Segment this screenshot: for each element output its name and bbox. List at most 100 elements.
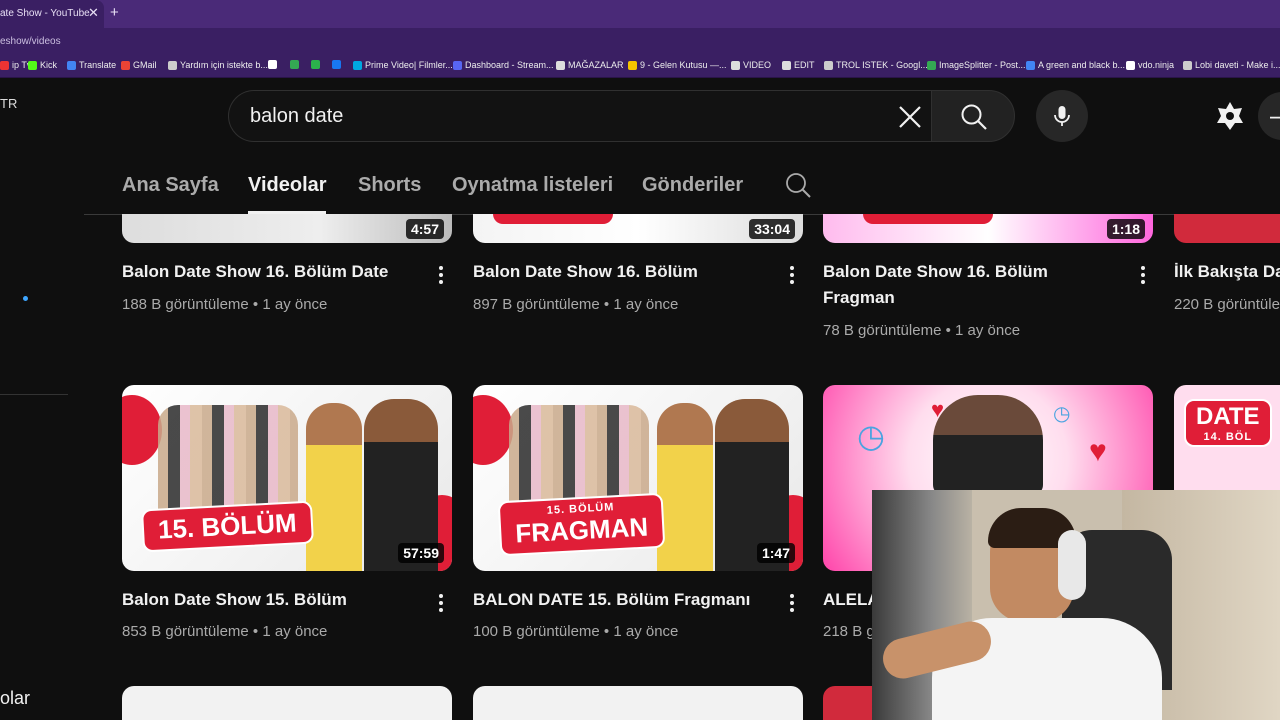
bookmark-label: MAĞAZALAR bbox=[568, 60, 624, 70]
bookmark-item[interactable]: Prime Video| Filmler... bbox=[353, 60, 453, 70]
tab-playlists[interactable]: Oynatma listeleri bbox=[452, 174, 613, 197]
sidebar-item-label[interactable]: olar bbox=[0, 688, 30, 709]
folder-icon bbox=[556, 60, 565, 70]
dashboard-icon bbox=[453, 60, 462, 70]
prime-icon bbox=[353, 60, 362, 70]
webcam-overlay bbox=[872, 490, 1280, 720]
balloon-decoration bbox=[122, 395, 162, 465]
folder-icon bbox=[782, 60, 791, 70]
more-vert-icon[interactable] bbox=[789, 592, 795, 612]
bookmark-label: Lobi daveti - Make i... bbox=[1195, 60, 1280, 70]
sidebar-new-indicator bbox=[23, 296, 28, 301]
tab-home[interactable]: Ana Sayfa bbox=[122, 174, 219, 197]
video-meta: 853 B görüntüleme • 1 ay önce bbox=[122, 623, 328, 640]
address-bar[interactable]: eshow/videos bbox=[0, 28, 1280, 54]
bookmark-item[interactable]: TROL ISTEK - Googl... bbox=[824, 60, 928, 70]
channel-search-icon[interactable] bbox=[784, 171, 812, 199]
video-thumbnail[interactable]: 4:57 bbox=[122, 214, 452, 243]
thumbnail-badge-small: 14. BÖL bbox=[1203, 431, 1253, 443]
bookmark-label: 9 - Gelen Kutusu —... bbox=[640, 60, 727, 70]
translate-icon bbox=[67, 60, 76, 70]
search-query: balon date bbox=[250, 105, 344, 127]
folder-icon bbox=[731, 60, 740, 70]
bookmark-item[interactable]: MAĞAZALAR bbox=[556, 60, 624, 70]
video-title[interactable]: BALON DATE 15. Bölüm Fragmanı bbox=[473, 587, 750, 613]
browser-tab-title: ate Show - YouTube bbox=[0, 8, 90, 19]
ninja-icon bbox=[1126, 60, 1135, 70]
bookmark-item[interactable] bbox=[332, 60, 344, 69]
doc-icon bbox=[1026, 60, 1035, 70]
video-thumbnail[interactable]: 33:04 bbox=[473, 214, 803, 243]
more-vert-icon[interactable] bbox=[1140, 264, 1146, 284]
close-tab-icon[interactable]: ✕ bbox=[88, 5, 99, 21]
browser-tab-bar: ate Show - YouTube ✕ + bbox=[0, 0, 1280, 28]
sheets-icon bbox=[824, 60, 833, 70]
more-vert-icon[interactable] bbox=[438, 592, 444, 612]
bookmark-item[interactable]: VIDEO bbox=[731, 60, 771, 70]
close-icon[interactable] bbox=[897, 104, 923, 130]
bookmark-item[interactable] bbox=[290, 60, 302, 69]
video-title-line2[interactable]: Fragman bbox=[823, 285, 895, 311]
bookmark-item[interactable] bbox=[268, 60, 280, 69]
bookmark-item[interactable]: Translate bbox=[67, 60, 116, 70]
browser-tab[interactable]: ate Show - YouTube ✕ bbox=[0, 0, 104, 28]
video-duration: 1:18 bbox=[1106, 219, 1145, 239]
headphones-icon bbox=[1058, 530, 1086, 600]
clock-icon: ◷ bbox=[857, 418, 885, 454]
video-duration: 1:47 bbox=[756, 543, 795, 563]
bookmark-item[interactable]: ImageSplitter - Post... bbox=[927, 60, 1026, 70]
video-thumbnail[interactable] bbox=[1174, 214, 1280, 243]
video-title[interactable]: İlk Bakışta Da bbox=[1174, 259, 1280, 285]
lobby-icon bbox=[1183, 60, 1192, 70]
plus-icon: – bbox=[1270, 100, 1280, 131]
video-thumbnail[interactable] bbox=[473, 686, 803, 720]
bookmark-item[interactable]: A green and black b... bbox=[1026, 60, 1125, 70]
bookmark-label: Kick bbox=[40, 60, 58, 70]
bookmark-item[interactable]: Yardım için istekte b... bbox=[168, 60, 268, 70]
search-button[interactable] bbox=[931, 90, 1015, 142]
bookmark-item[interactable]: vdo.ninja bbox=[1126, 60, 1174, 70]
contestants-photo bbox=[158, 405, 298, 515]
bookmark-item[interactable]: EDIT bbox=[782, 60, 815, 70]
video-title[interactable]: Balon Date Show 16. Bölüm bbox=[823, 259, 1048, 285]
video-title[interactable]: Balon Date Show 16. Bölüm Date bbox=[122, 259, 388, 285]
video-thumbnail[interactable] bbox=[823, 686, 873, 720]
video-duration: 4:57 bbox=[405, 219, 444, 239]
bookmark-label: A green and black b... bbox=[1038, 60, 1126, 70]
tab-videos[interactable]: Videolar bbox=[248, 174, 327, 197]
bookmark-item[interactable]: Lobi daveti - Make i... bbox=[1183, 60, 1280, 70]
video-title[interactable]: Balon Date Show 16. Bölüm bbox=[473, 259, 698, 285]
image-icon bbox=[927, 60, 936, 70]
bookmark-item[interactable]: 9 - Gelen Kutusu —... bbox=[628, 60, 727, 70]
gmail-icon bbox=[121, 60, 130, 70]
bookmark-label: Dashboard - Stream... bbox=[465, 60, 554, 70]
help-icon bbox=[168, 60, 177, 70]
host-photo bbox=[933, 395, 1043, 495]
bookmark-item[interactable]: ip Tv bbox=[0, 60, 31, 70]
thumbnail-badge: 15. BÖLÜM FRAGMAN bbox=[497, 492, 666, 557]
video-title[interactable]: Balon Date Show 15. Bölüm bbox=[122, 587, 347, 613]
bookmark-item[interactable] bbox=[311, 60, 323, 69]
green-icon bbox=[311, 60, 320, 69]
tab-posts[interactable]: Gönderiler bbox=[642, 174, 743, 197]
more-vert-icon[interactable] bbox=[789, 264, 795, 284]
video-thumbnail[interactable] bbox=[122, 686, 452, 720]
voice-search-button[interactable] bbox=[1036, 90, 1088, 142]
clock-icon: ◷ bbox=[1053, 403, 1071, 425]
tab-shorts[interactable]: Shorts bbox=[358, 174, 421, 197]
create-icon[interactable] bbox=[1214, 100, 1246, 132]
bookmarks-bar: ip Tv Kick Translate GMail Yardım için istek… bbox=[0, 54, 1280, 78]
new-tab-icon[interactable]: + bbox=[110, 4, 119, 21]
video-thumbnail[interactable]: 1:18 bbox=[823, 214, 1153, 243]
more-vert-icon[interactable] bbox=[438, 264, 444, 284]
bookmark-label: Prime Video| Filmler... bbox=[365, 60, 453, 70]
bookmark-item[interactable]: GMail bbox=[121, 60, 157, 70]
video-thumbnail[interactable]: 15. BÖLÜM FRAGMAN 1:47 bbox=[473, 385, 803, 571]
bookmark-label: ImageSplitter - Post... bbox=[939, 60, 1026, 70]
video-duration: 33:04 bbox=[749, 219, 795, 239]
bookmark-item[interactable]: Kick bbox=[28, 60, 57, 70]
search-input[interactable]: balon date bbox=[228, 90, 932, 142]
video-thumbnail[interactable]: 15. BÖLÜM 57:59 bbox=[122, 385, 452, 571]
bookmark-item[interactable]: Dashboard - Stream... bbox=[453, 60, 554, 70]
bookmark-label: TROL ISTEK - Googl... bbox=[836, 60, 928, 70]
